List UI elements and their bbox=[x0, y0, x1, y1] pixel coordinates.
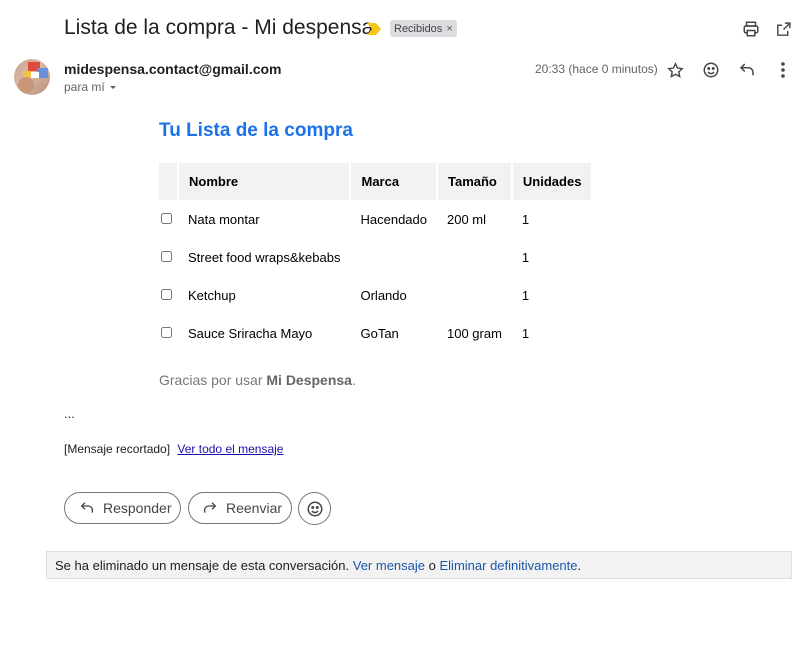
email-body-title: Tu Lista de la compra bbox=[159, 120, 353, 141]
open-new-window-icon[interactable] bbox=[771, 17, 795, 41]
column-header-marca: Marca bbox=[350, 163, 438, 200]
table-row: Sauce Sriracha Mayo GoTan 100 gram 1 bbox=[159, 314, 592, 352]
cell-unidades: 1 bbox=[521, 287, 530, 303]
deleted-notice-end: . bbox=[577, 558, 582, 573]
cell-unidades: 1 bbox=[521, 325, 530, 341]
clipped-message-notice: [Mensaje recortado] Ver todo el mensaje bbox=[64, 442, 283, 456]
delete-forever-link[interactable]: Eliminar definitivamente bbox=[440, 558, 578, 573]
cell-nombre: Street food wraps&kebabs bbox=[188, 249, 341, 265]
cell-marca: Hacendado bbox=[360, 211, 427, 227]
forward-button-label: Reenviar bbox=[226, 500, 283, 516]
cell-marca bbox=[350, 238, 437, 276]
label-chip: Recibidos × bbox=[390, 20, 457, 37]
cell-tamano: 200 ml bbox=[446, 211, 487, 227]
avatar[interactable] bbox=[14, 59, 50, 95]
reply-icon[interactable] bbox=[733, 56, 761, 84]
cell-marca: Orlando bbox=[360, 287, 407, 303]
reply-button[interactable]: Responder bbox=[64, 492, 181, 524]
star-icon[interactable] bbox=[661, 56, 689, 84]
emoji-icon bbox=[307, 501, 322, 516]
email-subject: Lista de la compra - Mi despensa bbox=[64, 16, 374, 39]
cell-unidades: 1 bbox=[521, 249, 530, 265]
label-chip-text: Recibidos bbox=[394, 23, 443, 35]
cell-marca: GoTan bbox=[360, 325, 399, 341]
sender-email[interactable]: midespensa.contact@gmail.com bbox=[64, 61, 282, 77]
reply-icon bbox=[80, 502, 93, 513]
item-checkbox[interactable] bbox=[161, 250, 172, 262]
deleted-notice-text: Se ha eliminado un mensaje de esta conve… bbox=[55, 558, 350, 573]
view-full-message-link[interactable]: Ver todo el mensaje bbox=[177, 442, 283, 456]
thanks-message: Gracias por usar Mi Despensa. bbox=[159, 372, 356, 388]
item-checkbox[interactable] bbox=[161, 212, 172, 224]
table-row: Ketchup Orlando 1 bbox=[159, 276, 592, 314]
thanks-prefix: Gracias por usar bbox=[159, 372, 267, 388]
cell-nombre: Sauce Sriracha Mayo bbox=[188, 325, 313, 341]
trimmed-content-ellipsis[interactable]: ... bbox=[64, 406, 75, 421]
item-checkbox[interactable] bbox=[161, 288, 172, 300]
recipient-label: para mí bbox=[64, 80, 105, 94]
shopping-list-table: Nombre Marca Tamaño Unidades Nata montar… bbox=[159, 163, 594, 352]
cell-unidades: 1 bbox=[521, 211, 530, 227]
cell-nombre: Nata montar bbox=[188, 211, 260, 227]
column-header-unidades: Unidades bbox=[511, 163, 594, 200]
more-vert-icon[interactable] bbox=[769, 56, 797, 84]
table-row: Nata montar Hacendado 200 ml 1 bbox=[159, 200, 592, 238]
column-header-tamano: Tamaño bbox=[436, 163, 513, 200]
remove-label-icon[interactable]: × bbox=[446, 23, 452, 35]
thanks-brand: Mi Despensa bbox=[266, 372, 352, 388]
print-icon[interactable] bbox=[739, 17, 763, 41]
view-message-link[interactable]: Ver mensaje bbox=[353, 558, 425, 573]
deleted-notice-or: o bbox=[428, 558, 436, 573]
table-row: Street food wraps&kebabs 1 bbox=[159, 238, 592, 276]
cell-tamano bbox=[437, 276, 512, 314]
clipped-text: [Mensaje recortado] bbox=[64, 442, 171, 456]
table-header-row: Nombre Marca Tamaño Unidades bbox=[159, 163, 594, 200]
timestamp: 20:33 (hace 0 minutos) bbox=[535, 62, 658, 76]
cell-tamano bbox=[437, 238, 512, 276]
emoji-reaction-button[interactable] bbox=[298, 492, 331, 525]
thanks-suffix: . bbox=[351, 372, 356, 388]
cell-nombre: Ketchup bbox=[188, 287, 236, 303]
chevron-down-icon bbox=[109, 86, 116, 89]
emoji-icon[interactable] bbox=[697, 56, 725, 84]
item-checkbox[interactable] bbox=[161, 326, 172, 338]
reply-button-label: Responder bbox=[103, 500, 172, 516]
header-checkbox-col bbox=[159, 163, 179, 200]
forward-button[interactable]: Reenviar bbox=[188, 492, 292, 524]
deleted-message-notice: Se ha eliminado un mensaje de esta conve… bbox=[46, 551, 792, 579]
importance-marker-icon[interactable] bbox=[367, 23, 381, 35]
forward-icon bbox=[204, 502, 217, 513]
cell-tamano: 100 gram bbox=[446, 325, 502, 341]
recipient-dropdown[interactable]: para mí bbox=[64, 80, 118, 94]
column-header-nombre: Nombre bbox=[178, 163, 352, 200]
